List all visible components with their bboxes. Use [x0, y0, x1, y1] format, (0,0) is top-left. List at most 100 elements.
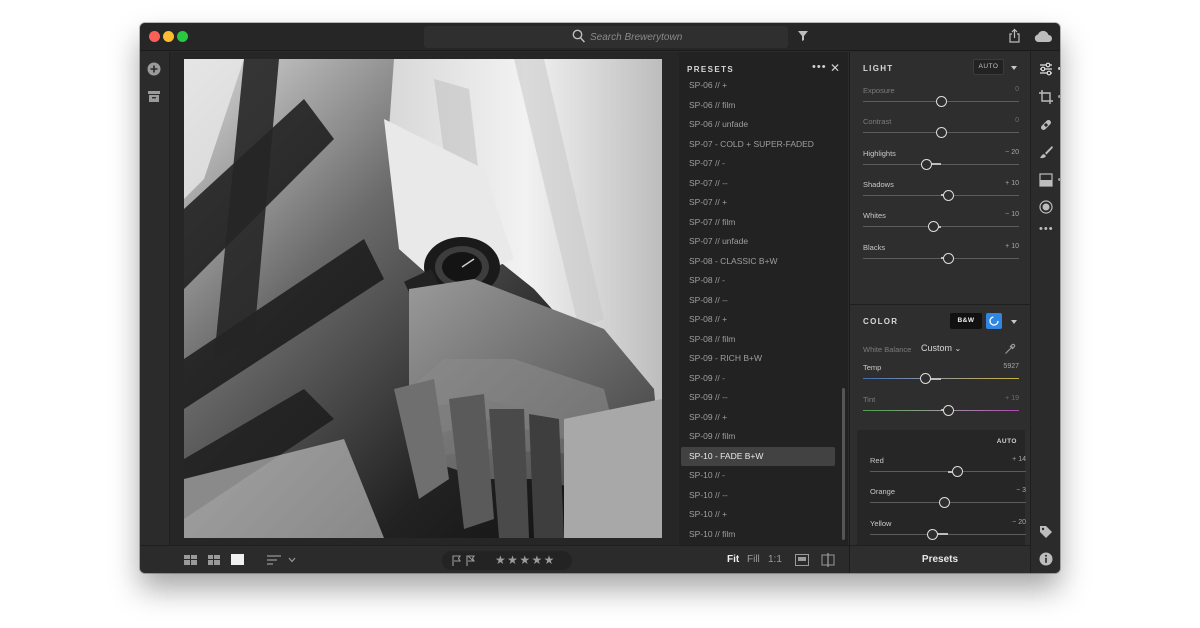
slider-blacks[interactable]: Blacks + 10 [863, 243, 1019, 273]
color-collapse-chevron-icon[interactable] [1011, 320, 1017, 324]
preset-item[interactable]: SP-08 // + [681, 310, 835, 330]
slider-thumb[interactable] [927, 221, 939, 233]
slider-shadows[interactable]: Shadows + 10 [863, 180, 1019, 210]
crop-indicator [1058, 95, 1060, 98]
linear-gradient-icon[interactable] [1039, 173, 1053, 187]
color-mix-auto-button[interactable]: AUTO [997, 438, 1017, 445]
add-photos-icon[interactable] [147, 62, 161, 76]
zoom-fit-option[interactable]: Fit [727, 554, 739, 565]
slider-thumb[interactable] [939, 497, 951, 509]
slider-thumb[interactable] [943, 404, 955, 416]
slider-thumb[interactable] [943, 189, 955, 201]
slider-red[interactable]: Red + 14 [870, 456, 1026, 486]
slider-thumb[interactable] [919, 373, 931, 384]
white-balance-value: Custom [921, 343, 953, 353]
sort-icon[interactable] [267, 555, 281, 565]
slider-temp[interactable]: Temp 5927 [863, 363, 1019, 393]
close-window-button[interactable] [149, 31, 160, 42]
search-input[interactable] [590, 28, 770, 46]
slider-thumb[interactable] [935, 96, 947, 107]
preset-item[interactable]: SP-07 // + [681, 193, 835, 213]
preset-item[interactable]: SP-07 // unfade [681, 232, 835, 252]
slider-orange[interactable]: Orange − 3 [870, 487, 1026, 517]
preset-item[interactable]: SP-08 // film [681, 330, 835, 350]
library-icon[interactable] [147, 90, 161, 103]
white-balance-dropdown[interactable]: Custom ⌄ [921, 343, 961, 353]
preset-item[interactable]: SP-06 // + [681, 76, 835, 96]
preset-item[interactable]: SP-08 // -- [681, 291, 835, 311]
preset-item[interactable]: SP-08 - CLASSIC B+W [681, 252, 835, 272]
preset-item[interactable]: SP-09 // -- [681, 388, 835, 408]
sort-chevron-icon[interactable] [288, 557, 296, 563]
slider-contrast[interactable]: Contrast 0 [863, 117, 1019, 147]
preset-item[interactable]: SP-07 // -- [681, 174, 835, 194]
preset-item[interactable]: SP-09 // film [681, 427, 835, 447]
minimize-window-button[interactable] [163, 31, 174, 42]
presets-close-button[interactable]: ✕ [830, 61, 840, 75]
slider-track[interactable] [863, 163, 1019, 165]
light-auto-button[interactable]: AUTO [973, 59, 1004, 75]
preset-item[interactable]: SP-07 // - [681, 154, 835, 174]
preset-item[interactable]: SP-10 // film [681, 525, 835, 542]
color-mixer-toggle[interactable] [986, 313, 1002, 329]
edit-sliders-icon[interactable] [1039, 62, 1053, 76]
slider-thumb[interactable] [926, 528, 938, 540]
slider-track[interactable] [863, 226, 1019, 228]
slider-value: − 20 [1005, 148, 1019, 156]
brush-icon[interactable] [1039, 145, 1053, 159]
slider-thumb[interactable] [935, 127, 947, 139]
share-icon[interactable] [1008, 28, 1021, 44]
bw-toggle-button[interactable]: B&W [950, 313, 982, 329]
photo-grid-view-icon[interactable] [208, 555, 220, 565]
reject-flag-icon[interactable] [466, 555, 476, 566]
zoom-fill-option[interactable]: Fill [747, 554, 760, 565]
compare-icon[interactable] [795, 554, 809, 566]
gradient-indicator [1058, 178, 1060, 181]
slider-track[interactable] [863, 378, 1019, 379]
preset-item[interactable]: SP-09 // + [681, 408, 835, 428]
cloud-icon[interactable] [1033, 30, 1053, 43]
slider-track[interactable] [870, 533, 1026, 535]
detail-view-icon[interactable] [231, 554, 244, 565]
presets-panel: PRESETS ••• ✕ SP-06 // + SP-06 // film SP-… [679, 52, 848, 545]
slider-tint[interactable]: Tint + 19 [863, 395, 1019, 425]
preset-item[interactable]: SP-07 // film [681, 213, 835, 233]
preset-item[interactable]: SP-06 // film [681, 96, 835, 116]
slider-exposure[interactable]: Exposure 0 [863, 86, 1019, 116]
info-icon[interactable] [1039, 552, 1053, 566]
healing-brush-icon[interactable] [1039, 118, 1053, 132]
more-tools-icon[interactable]: ••• [1039, 223, 1054, 235]
zoom-window-button[interactable] [177, 31, 188, 42]
preset-item[interactable]: SP-10 // + [681, 505, 835, 525]
tag-icon[interactable] [1039, 525, 1053, 539]
slider-thumb[interactable] [943, 252, 955, 264]
pick-flag-icon[interactable] [452, 555, 462, 566]
slider-thumb[interactable] [921, 158, 933, 170]
slider-yellow[interactable]: Yellow − 20 [870, 519, 1026, 545]
eyedropper-icon[interactable] [1004, 343, 1016, 355]
light-collapse-chevron-icon[interactable] [1011, 66, 1017, 70]
preset-item[interactable]: SP-07 - COLD + SUPER-FADED [681, 135, 835, 155]
radial-gradient-icon[interactable] [1039, 200, 1053, 214]
star-rating[interactable]: ★★★★★ [495, 553, 556, 567]
preset-item[interactable]: SP-10 // -- [681, 486, 835, 506]
preset-item[interactable]: SP-06 // unfade [681, 115, 835, 135]
photo[interactable] [184, 59, 662, 538]
preset-item[interactable]: SP-10 - FADE B+W [681, 446, 835, 466]
presets-scrollbar[interactable] [842, 388, 845, 540]
preset-item[interactable]: SP-10 // - [681, 466, 835, 486]
split-view-icon[interactable] [821, 553, 835, 567]
presets-tab-button[interactable]: Presets [849, 545, 1030, 573]
slider-highlights[interactable]: Highlights − 20 [863, 149, 1019, 179]
filter-icon[interactable] [797, 29, 809, 43]
zoom-1to1-option[interactable]: 1:1 [768, 554, 782, 565]
slider-thumb[interactable] [951, 466, 963, 477]
crop-icon[interactable] [1039, 90, 1053, 104]
preset-item[interactable]: SP-08 // - [681, 271, 835, 291]
presets-more-button[interactable]: ••• [812, 61, 827, 73]
slider-whites[interactable]: Whites − 10 [863, 211, 1019, 241]
preset-item[interactable]: SP-09 - RICH B+W [681, 349, 835, 369]
preset-item[interactable]: SP-09 // - [681, 369, 835, 389]
square-grid-view-icon[interactable] [184, 555, 197, 565]
search-bar[interactable] [424, 26, 788, 48]
